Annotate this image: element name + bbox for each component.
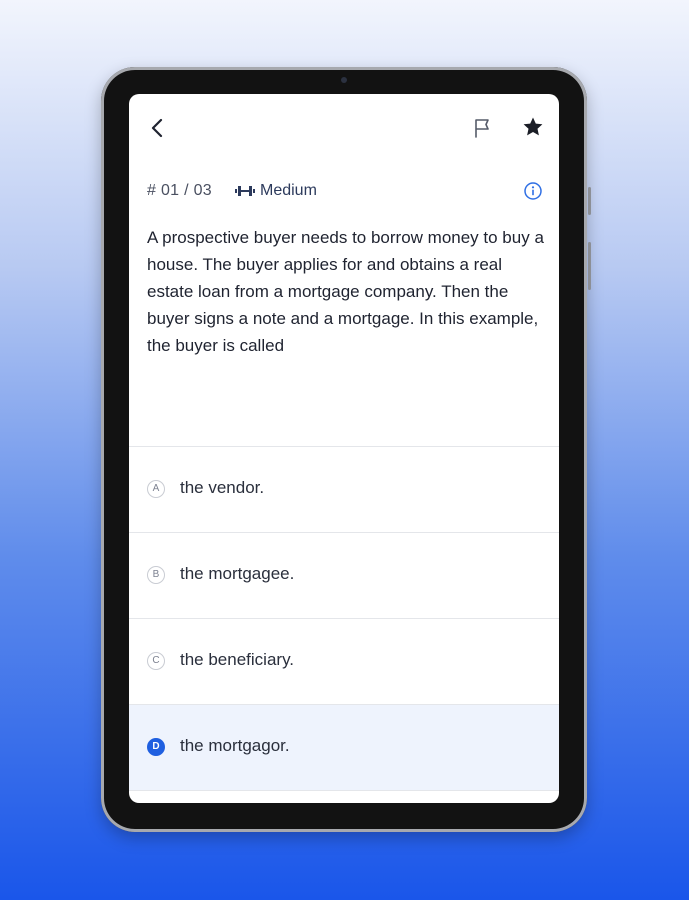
chevron-left-icon [151, 118, 163, 138]
option-text: the beneficiary. [180, 650, 295, 669]
option-text: the mortgagee. [180, 564, 295, 583]
top-bar [129, 94, 559, 158]
option-letter-badge: A [147, 480, 165, 498]
option-text: the vendor. [180, 478, 265, 497]
info-icon [524, 182, 542, 200]
back-button[interactable] [147, 116, 169, 140]
camera-dot [341, 77, 347, 83]
bookmark-star-button[interactable] [521, 115, 545, 139]
question-text: A prospective buyer needs to borrow mone… [147, 228, 544, 355]
tablet-frame: # 01 / 03 Medium A prospective buyer nee… [101, 67, 591, 832]
option-letter-badge: B [147, 566, 165, 584]
app-screen: # 01 / 03 Medium A prospective buyer nee… [129, 94, 559, 803]
question-counter: # 01 / 03 [147, 182, 212, 199]
volume-button [588, 242, 591, 290]
difficulty-text: Medium [260, 182, 317, 199]
option-text: the mortgagor. [180, 736, 290, 755]
flag-button[interactable] [471, 116, 495, 140]
option-d[interactable]: D the mortgagor. [129, 705, 559, 791]
option-letter-badge: D [147, 738, 165, 756]
option-b[interactable]: B the mortgagee. [129, 533, 559, 619]
option-letter-badge: C [147, 652, 165, 670]
difficulty-label: Medium [235, 180, 317, 202]
answer-options: A the vendor. B the mortgagee. C the ben… [129, 447, 559, 791]
star-icon [523, 117, 543, 136]
side-button [588, 187, 591, 215]
info-button[interactable] [523, 181, 543, 201]
flag-icon [475, 119, 489, 138]
option-c[interactable]: C the beneficiary. [129, 619, 559, 705]
option-a[interactable]: A the vendor. [129, 447, 559, 533]
dumbbell-icon [235, 186, 255, 196]
question-meta: # 01 / 03 Medium [147, 180, 543, 202]
